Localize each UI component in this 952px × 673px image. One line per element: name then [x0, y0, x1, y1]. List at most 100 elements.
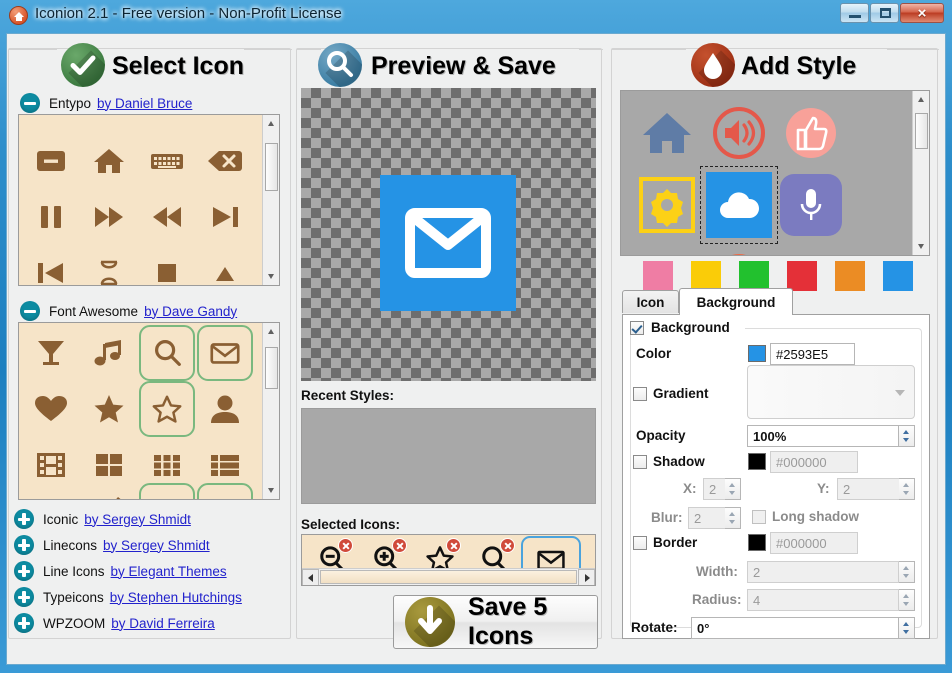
close-button[interactable]: ×: [900, 3, 944, 23]
remove-icon-button[interactable]: [338, 538, 353, 553]
plus-icon[interactable]: [14, 561, 34, 581]
gradient-select[interactable]: [747, 365, 915, 419]
font-author-link[interactable]: by Stephen Hutchings: [110, 590, 242, 605]
border-color-swatch[interactable]: [748, 534, 766, 551]
color-swatch-blue[interactable]: [883, 261, 913, 291]
blur-spinner[interactable]: [725, 507, 741, 529]
font-author-link[interactable]: by Elegant Themes: [111, 564, 227, 579]
border-radius-input[interactable]: 4: [747, 589, 899, 611]
border-checkbox[interactable]: [633, 536, 647, 550]
icon-cell[interactable]: [23, 245, 79, 285]
opacity-spinner[interactable]: [899, 425, 915, 447]
background-color-swatch[interactable]: [748, 345, 766, 362]
fontawesome-scrollbar[interactable]: [262, 323, 279, 499]
scroll-down-arrow[interactable]: [913, 238, 929, 255]
icon-cell[interactable]: [197, 381, 253, 437]
color-swatch-red[interactable]: [787, 261, 817, 291]
background-checkbox[interactable]: [630, 321, 644, 335]
gradient-checkbox[interactable]: [633, 387, 647, 401]
icon-cell[interactable]: [139, 189, 195, 245]
entypo-scrollbar[interactable]: [262, 115, 279, 285]
style-preset-thumbs-up[interactable]: [775, 97, 847, 169]
shadow-checkbox[interactable]: [633, 455, 647, 469]
icon-cell[interactable]: [81, 133, 137, 189]
icon-cell[interactable]: [23, 133, 79, 189]
style-grid-scrollbar[interactable]: [912, 91, 929, 255]
style-preset-browser[interactable]: [631, 241, 703, 255]
icon-cell-zoom-out[interactable]: [197, 483, 253, 499]
icon-cell[interactable]: [23, 381, 79, 437]
scroll-thumb[interactable]: [265, 143, 278, 191]
rotate-spinner[interactable]: [899, 617, 915, 639]
minus-icon[interactable]: [20, 93, 40, 113]
style-preset-home[interactable]: [631, 97, 703, 169]
style-preset-orange-circle[interactable]: [703, 241, 775, 255]
font-row-entypo[interactable]: Entypo by Daniel Bruce: [20, 92, 192, 114]
icon-cell-zoom-in[interactable]: [139, 483, 195, 499]
font-row-linecons[interactable]: Linecons by Sergey Shmidt: [14, 534, 210, 556]
style-preset-gray-outline[interactable]: [775, 241, 847, 255]
background-color-input[interactable]: #2593E5: [770, 343, 855, 365]
minus-icon[interactable]: [20, 301, 40, 321]
remove-icon-button[interactable]: [392, 538, 407, 553]
font-author-link[interactable]: by Sergey Shmidt: [84, 512, 191, 527]
plus-icon[interactable]: [14, 613, 34, 633]
border-width-input[interactable]: 2: [747, 561, 899, 583]
recent-styles-box[interactable]: [301, 408, 596, 504]
icon-cell[interactable]: [23, 189, 79, 245]
icon-cell[interactable]: [197, 133, 253, 189]
font-row-iconic[interactable]: Iconic by Sergey Shmidt: [14, 508, 191, 530]
tab-background[interactable]: Background: [679, 288, 793, 315]
entypo-icon-grid[interactable]: [18, 114, 280, 286]
border-width-spinner[interactable]: [899, 561, 915, 583]
icon-cell[interactable]: [139, 245, 195, 285]
icon-cell[interactable]: [23, 325, 79, 381]
plus-icon[interactable]: [14, 587, 34, 607]
style-presets-grid[interactable]: [620, 90, 930, 256]
scroll-thumb[interactable]: [265, 347, 278, 389]
shadow-color-swatch[interactable]: [748, 453, 766, 470]
border-radius-spinner[interactable]: [899, 589, 915, 611]
icon-cell-envelope[interactable]: [197, 325, 253, 381]
scroll-left-arrow[interactable]: [302, 569, 319, 585]
color-swatch-pink[interactable]: [643, 261, 673, 291]
font-row-line-icons[interactable]: Line Icons by Elegant Themes: [14, 560, 227, 582]
icon-cell[interactable]: [197, 245, 253, 285]
scroll-up-arrow[interactable]: [263, 115, 279, 132]
maximize-button[interactable]: [870, 3, 899, 23]
remove-icon-button[interactable]: [500, 538, 515, 553]
remove-icon-button[interactable]: [446, 538, 461, 553]
icon-cell[interactable]: [81, 325, 137, 381]
long-shadow-checkbox[interactable]: [752, 510, 766, 524]
scroll-up-arrow[interactable]: [263, 323, 279, 340]
scroll-down-arrow[interactable]: [263, 268, 279, 285]
style-preset-microphone[interactable]: [775, 169, 847, 241]
preview-canvas[interactable]: [301, 88, 596, 381]
font-row-wpzoom[interactable]: WPZOOM by David Ferreira: [14, 612, 215, 634]
tab-icon[interactable]: Icon: [622, 290, 679, 313]
border-color-input[interactable]: #000000: [770, 532, 858, 554]
color-swatch-yellow[interactable]: [691, 261, 721, 291]
icon-cell[interactable]: [139, 133, 195, 189]
rotate-input[interactable]: 0°: [691, 617, 899, 639]
scroll-right-arrow[interactable]: [578, 569, 595, 585]
shadow-y-spinner[interactable]: [899, 478, 915, 500]
icon-cell[interactable]: [81, 189, 137, 245]
fontawesome-icon-grid[interactable]: [18, 322, 280, 500]
icon-cell[interactable]: [81, 381, 137, 437]
opacity-input[interactable]: 100%: [747, 425, 899, 447]
font-row-typeicons[interactable]: Typeicons by Stephen Hutchings: [14, 586, 242, 608]
font-author-link[interactable]: by Dave Gandy: [144, 304, 237, 319]
style-preset-cloud-current[interactable]: [700, 166, 778, 244]
plus-icon[interactable]: [14, 535, 34, 555]
color-swatch-orange[interactable]: [835, 261, 865, 291]
save-icons-button[interactable]: Save 5 Icons: [393, 593, 598, 650]
font-author-link[interactable]: by Sergey Shmidt: [103, 538, 210, 553]
selected-icons-hscrollbar[interactable]: [302, 568, 595, 585]
scroll-up-arrow[interactable]: [913, 91, 929, 108]
scroll-thumb[interactable]: [915, 113, 928, 149]
shadow-color-input[interactable]: #000000: [770, 451, 858, 473]
font-row-fontawesome[interactable]: Font Awesome by Dave Gandy: [20, 300, 237, 322]
color-swatch-green[interactable]: [739, 261, 769, 291]
icon-cell[interactable]: [197, 189, 253, 245]
